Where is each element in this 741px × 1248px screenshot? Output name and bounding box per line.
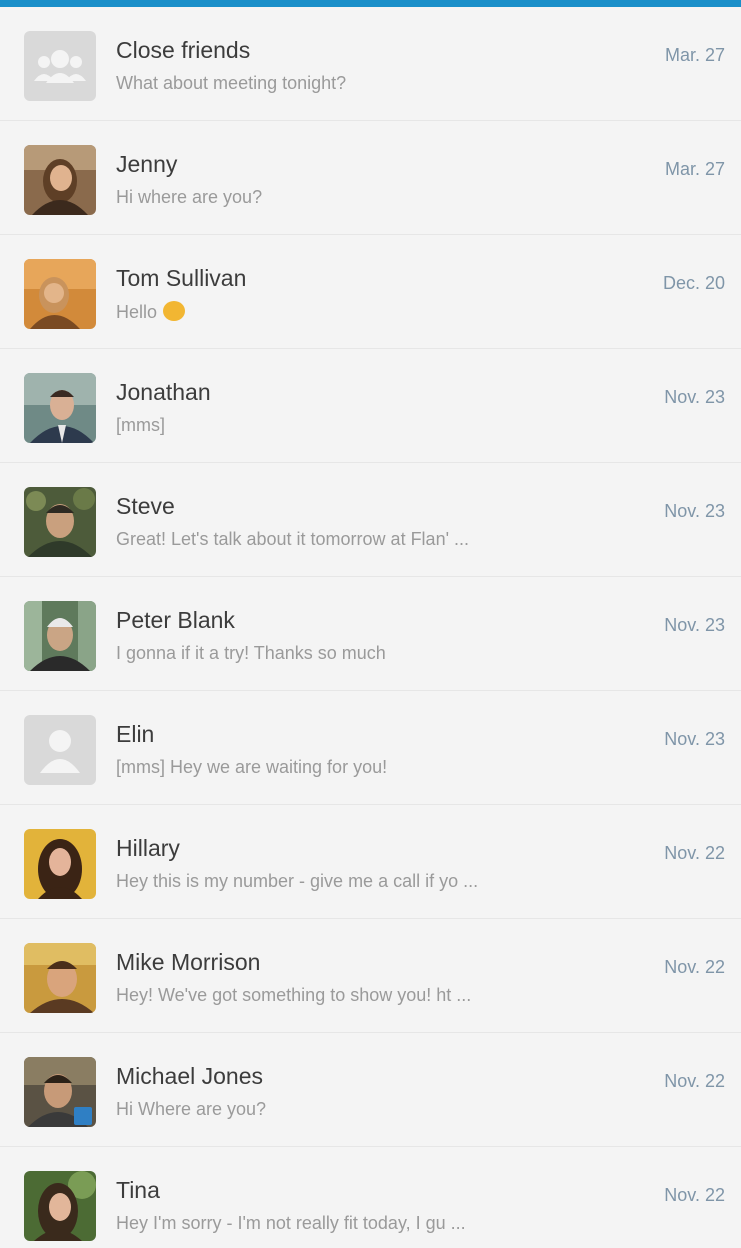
message-preview: Hey! We've got something to show you! ht…: [116, 985, 472, 1005]
message-date: Mar. 27: [664, 159, 725, 179]
contact-name: Tom Sullivan: [116, 265, 247, 291]
conversation-row[interactable]: Steve Great! Let's talk about it tomorro…: [0, 463, 741, 577]
contact-avatar: [24, 259, 96, 329]
message-preview: Great! Let's talk about it tomorrow at F…: [116, 529, 470, 549]
conversation-list[interactable]: Close friends What about meeting tonight…: [0, 7, 741, 1248]
conversation-row[interactable]: Jonathan [mms] Nov. 23: [0, 349, 741, 463]
contact-avatar: [24, 829, 96, 899]
message-preview: I gonna if it a try! Thanks so much: [116, 643, 386, 663]
message-date: Dec. 20: [662, 273, 725, 293]
conversation-row[interactable]: Tina Hey I'm sorry - I'm not really fit …: [0, 1147, 741, 1248]
message-preview: Hey I'm sorry - I'm not really fit today…: [116, 1213, 466, 1233]
person-avatar-icon: [24, 715, 96, 785]
conversation-row[interactable]: Elin [mms] Hey we are waiting for you! N…: [0, 691, 741, 805]
message-date: Nov. 23: [664, 729, 725, 749]
conversation-row[interactable]: Peter Blank I gonna if it a try! Thanks …: [0, 577, 741, 691]
contact-name: Elin: [116, 721, 155, 747]
conversation-row[interactable]: Tom Sullivan Hello Dec. 20: [0, 235, 741, 349]
message-date: Nov. 23: [664, 501, 725, 521]
message-preview: [mms] Hey we are waiting for you!: [116, 757, 388, 777]
group-avatar-icon: [24, 31, 96, 101]
contact-name: Hillary: [116, 835, 180, 861]
message-preview-text: Hello: [116, 302, 158, 322]
conversation-row[interactable]: Close friends What about meeting tonight…: [0, 7, 741, 121]
message-date: Nov. 23: [664, 387, 725, 407]
message-date: Nov. 22: [664, 1071, 725, 1091]
conversation-row[interactable]: Jenny Hi where are you? Mar. 27: [0, 121, 741, 235]
contact-name: Jonathan: [116, 379, 211, 405]
contact-avatar: [24, 1171, 96, 1241]
top-accent-bar: [0, 0, 741, 7]
contact-avatar: [24, 943, 96, 1013]
message-preview: What about meeting tonight?: [116, 73, 347, 93]
contact-name: Michael Jones: [116, 1063, 264, 1089]
contact-avatar: [24, 373, 96, 443]
contact-avatar: [24, 487, 96, 557]
contact-name: Steve: [116, 493, 175, 519]
message-preview: Hello: [116, 301, 606, 323]
contact-avatar: [24, 145, 96, 215]
contact-name: Peter Blank: [116, 607, 235, 633]
contact-name: Mike Morrison: [116, 949, 261, 975]
message-preview: Hi Where are you?: [116, 1099, 267, 1119]
message-date: Nov. 22: [664, 957, 725, 977]
message-preview: [mms]: [116, 415, 165, 435]
contact-name: Tina: [116, 1177, 160, 1203]
contact-name: Jenny: [116, 151, 178, 177]
message-preview: Hey this is my number - give me a call i…: [116, 871, 479, 891]
smiley-emoji-icon: [163, 301, 186, 321]
contact-avatar: [24, 1057, 96, 1127]
message-date: Nov. 22: [664, 843, 725, 863]
conversation-row[interactable]: Hillary Hey this is my number - give me …: [0, 805, 741, 919]
conversation-row[interactable]: Michael Jones Hi Where are you? Nov. 22: [0, 1033, 741, 1147]
message-date: Mar. 27: [664, 45, 725, 65]
message-date: Nov. 23: [664, 615, 725, 635]
contact-name: Close friends: [116, 37, 251, 63]
conversation-row[interactable]: Mike Morrison Hey! We've got something t…: [0, 919, 741, 1033]
contact-avatar: [24, 601, 96, 671]
message-date: Nov. 22: [664, 1185, 725, 1205]
message-preview: Hi where are you?: [116, 187, 263, 207]
